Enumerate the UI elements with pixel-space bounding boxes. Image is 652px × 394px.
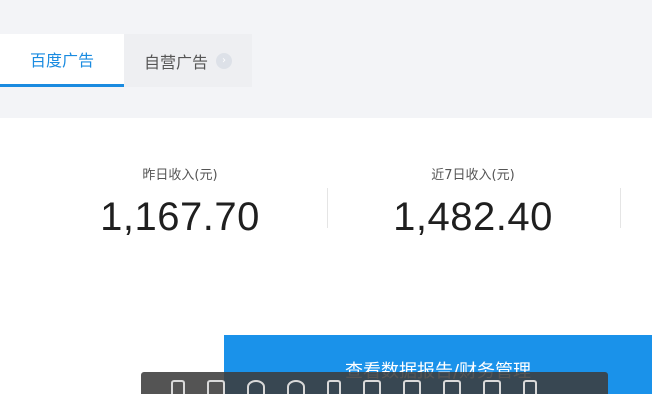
tab-bar: 百度广告 自营广告 › — [0, 0, 652, 118]
tab-baidu-ads[interactable]: 百度广告 — [0, 34, 124, 87]
week-income-label: 近7日收入(元) — [431, 168, 515, 183]
week-income-value: 1,482.40 — [393, 195, 553, 239]
actual-size-icon[interactable] — [171, 380, 185, 394]
divider — [620, 188, 621, 228]
save-icon[interactable] — [363, 380, 381, 394]
copy-icon[interactable] — [443, 380, 461, 394]
yesterday-income: 昨日收入(元) 1,167.70 — [30, 160, 330, 240]
yesterday-income-value: 1,167.70 — [100, 195, 260, 239]
rotate-icon[interactable] — [327, 380, 341, 394]
more-icon[interactable] — [523, 380, 537, 394]
week-income: 近7日收入(元) 1,482.40 — [323, 160, 623, 240]
image-viewer-toolbar — [141, 372, 608, 394]
zoom-out-icon[interactable] — [287, 380, 305, 394]
tab-baidu-ads-label: 百度广告 — [29, 51, 94, 70]
arrow-circle-icon[interactable]: › — [216, 52, 232, 69]
add-icon[interactable] — [403, 380, 421, 394]
tab-self-ads-label: 自营广告 — [143, 52, 208, 72]
delete-icon[interactable] — [483, 380, 501, 394]
yesterday-income-label: 昨日收入(元) — [142, 168, 218, 183]
tab-self-ads[interactable]: 自营广告 › — [124, 34, 252, 87]
fit-window-icon[interactable] — [207, 380, 225, 394]
zoom-in-icon[interactable] — [247, 380, 265, 394]
